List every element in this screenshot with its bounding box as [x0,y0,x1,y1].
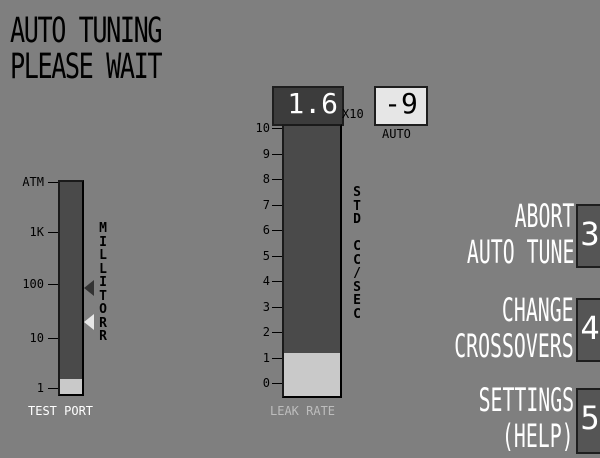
leak-rate-scale-0: 0 [262,376,270,390]
leak-rate-tick [272,230,282,231]
test-port-scale-1: 1 [36,381,44,395]
crossovers-button-line2: CROSSOVERS [454,327,574,365]
leak-rate-tick [272,128,282,129]
settings-button-line2: (HELP) [502,417,574,455]
leak-rate-tick [272,255,282,257]
leak-rate-fill [284,352,340,396]
leak-rate-tick [272,153,282,155]
exponent-value: -9 [374,86,428,126]
leak-rate-tick [272,179,282,180]
leak-rate-tick [272,281,282,282]
leak-rate-scale-8: 8 [262,172,270,186]
leak-rate-scale-2: 2 [262,325,270,339]
leak-rate-bar [282,124,342,398]
crossovers-button-line1: CHANGE [502,291,574,329]
lower-setpoint-pointer [84,314,94,330]
change-crossovers-button[interactable]: CHANGE CROSSOVERS 4 [420,290,600,374]
multiplier-label: X10 [342,107,364,121]
auto-range-label: AUTO [382,127,411,141]
settings-help-button[interactable]: SETTINGS (HELP) 5 [420,380,600,458]
leak-rate-scale-4: 4 [262,274,270,288]
abort-auto-tune-button[interactable]: ABORT AUTO TUNE 3 [420,196,600,280]
test-port-scale-10: 10 [29,331,44,345]
leak-rate-tick [272,357,282,359]
test-port-gauge: ATM 1K 100 10 1 MILLITORR TEST PORT [0,170,120,417]
key-5-badge[interactable]: 5 [576,388,600,454]
test-port-unit: MILLITORR [99,221,107,344]
abort-button-line2: AUTO TUNE [466,233,574,271]
leak-rate-label: LEAK RATE [270,404,336,418]
leak-rate-scale-9: 9 [262,146,270,161]
test-port-label: TEST PORT [28,404,94,418]
leak-rate-scale-3: 3 [262,299,270,314]
status-line-1: AUTO TUNING [10,11,162,51]
status-line-2: PLEASE WAIT [10,47,162,87]
leak-rate-scale-7: 7 [262,197,270,212]
leak-rate-gauge: 10 9 8 7 6 5 4 3 2 1 0 STD C C / S E C LEAK RATE [240,120,370,420]
leak-rate-tick [272,204,282,206]
leak-rate-scale-1: 1 [262,350,270,365]
key-3-badge[interactable]: 3 [576,204,600,268]
test-port-scale-100: 100 [22,277,44,291]
leak-rate-tick [272,306,282,308]
leak-rate-tick [272,383,282,384]
test-port-scale-1k: 1K [29,225,44,239]
test-port-fill [60,379,82,394]
leak-rate-scale-10: 10 [255,121,270,135]
test-port-scale-atm: ATM [22,175,44,189]
settings-button-line1: SETTINGS [478,381,574,419]
leak-rate-tick [272,332,282,333]
key-4-badge[interactable]: 4 [576,298,600,362]
leak-rate-unit: STD C C / S E C [353,185,361,322]
upper-setpoint-pointer [84,280,94,296]
abort-button-line1: ABORT [514,197,574,235]
leak-rate-scale-6: 6 [262,223,270,237]
test-port-bar [58,180,84,396]
leak-rate-scale-5: 5 [262,248,270,263]
